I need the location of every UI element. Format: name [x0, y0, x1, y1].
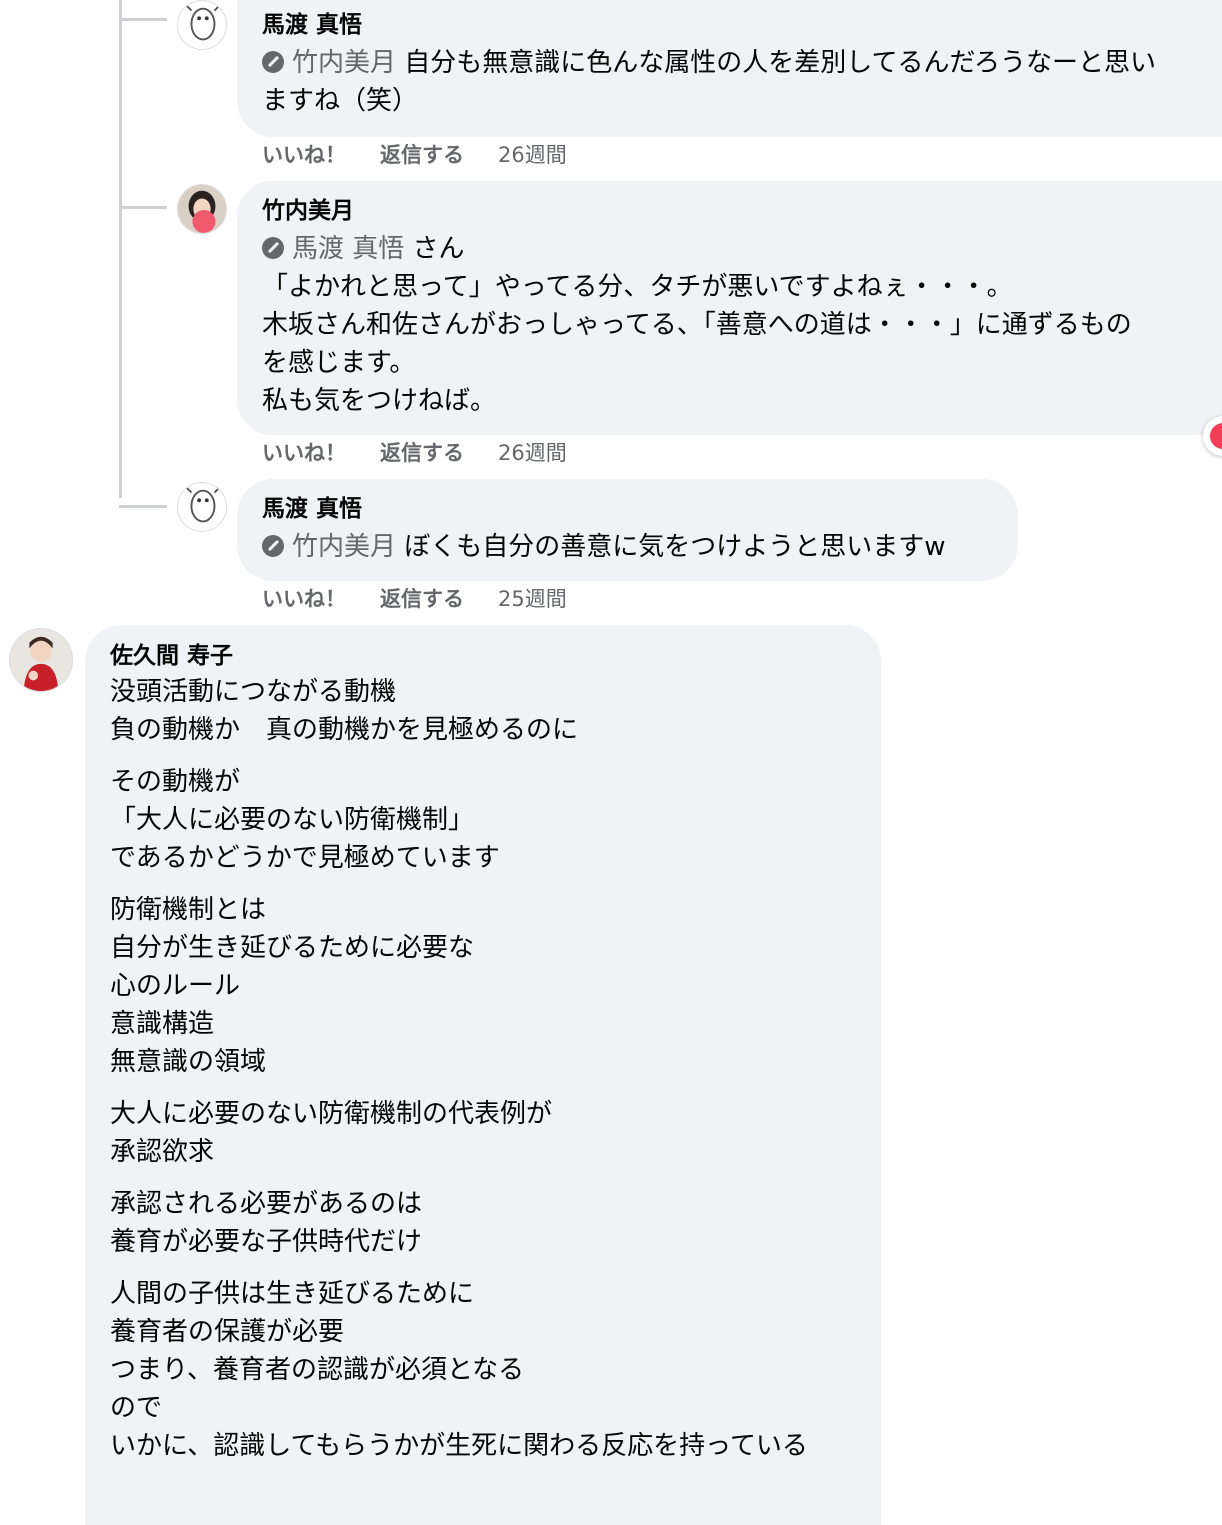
- comment-line: 自分も無意識に色んな属性の人を差別してるんだろうなーと思い: [404, 48, 1156, 78]
- comment-line: 私も気をつけねば。: [262, 386, 497, 416]
- mention-link[interactable]: 竹内美月: [292, 532, 396, 562]
- comment-line: 養育者の保護が必要: [110, 1317, 345, 1347]
- comment-line: 防衛機制とは: [110, 895, 267, 925]
- paragraph: 大人に必要のない防衛機制の代表例が 承認欲求: [110, 1095, 857, 1171]
- paragraph: 没頭活動につながる動機 負の動機か 真の動機かを見極めるのに: [110, 673, 857, 749]
- comment-line: つまり、養育者の認識が必須となる: [110, 1355, 525, 1385]
- comment-line: 意識構造: [110, 1009, 215, 1039]
- timestamp[interactable]: 26週間: [498, 439, 567, 467]
- like-button[interactable]: いいね！: [262, 141, 346, 169]
- comment-line: 負の動機か 真の動機かを見極めるのに: [110, 715, 579, 745]
- like-button[interactable]: いいね！: [262, 585, 346, 613]
- comment-line: その動機が: [110, 767, 241, 797]
- avatar-takeuchi[interactable]: [177, 184, 227, 234]
- thread-line-vertical: [119, 0, 122, 498]
- comment-line: 没頭活動につながる動機: [110, 677, 397, 707]
- thread-line-branch-3: [119, 505, 167, 508]
- mention-icon: [262, 237, 284, 259]
- comment-line: 木坂さん和佐さんがおっしゃってる、「善意への道は・・・」に通ずるもの: [262, 310, 1132, 340]
- comment-line: 承認欲求: [110, 1137, 215, 1167]
- avatar-mawatari[interactable]: [177, 482, 227, 532]
- reply-button[interactable]: 返信する: [380, 439, 464, 467]
- mention-icon: [262, 51, 284, 73]
- comment-actions: いいね！ 返信する 25週間: [262, 585, 567, 613]
- comment-author[interactable]: 馬渡 真悟: [262, 494, 994, 524]
- comment-line: ぼくも自分の善意に気をつけようと思いますw: [404, 532, 946, 562]
- like-button[interactable]: いいね！: [262, 439, 346, 467]
- comment-author[interactable]: 佐久間 寿子: [110, 641, 857, 671]
- comment-bubble-4: 佐久間 寿子 没頭活動につながる動機 負の動機か 真の動機かを見極めるのに その…: [85, 625, 881, 1525]
- reply-button[interactable]: 返信する: [380, 141, 464, 169]
- comment-line: を感じます。: [262, 348, 416, 378]
- mention-link[interactable]: 竹内美月: [292, 48, 396, 78]
- comment-author[interactable]: 竹内美月: [262, 196, 1222, 226]
- comment-line: 承認される必要があるのは: [110, 1189, 423, 1219]
- comment-line: であるかどうかで見極めています: [110, 843, 500, 873]
- comment-line: 自分が生き延びるために必要な: [110, 933, 475, 963]
- comment-body: 没頭活動につながる動機 負の動機か 真の動機かを見極めるのに その動機が 「大人…: [110, 673, 857, 1465]
- comment-line: 人間の子供は生き延びるために: [110, 1279, 475, 1309]
- avatar-mawatari[interactable]: [177, 0, 227, 50]
- paragraph: 防衛機制とは 自分が生き延びるために必要な 心のルール 意識構造 無意識の領域: [110, 891, 857, 1081]
- paragraph: 人間の子供は生き延びるために 養育者の保護が必要 つまり、養育者の認識が必須とな…: [110, 1275, 857, 1465]
- mention-suffix: さん: [412, 234, 465, 264]
- comment-actions: いいね！ 返信する 26週間: [262, 141, 567, 169]
- comment-line: 心のルール: [110, 971, 241, 1001]
- thread-line-branch-2: [119, 206, 167, 209]
- comment-bubble-2: 竹内美月 馬渡 真悟 さん 「よかれと思って」やってる分、タチが悪いですよねぇ・…: [237, 181, 1222, 435]
- paragraph: 承認される必要があるのは 養育が必要な子供時代だけ: [110, 1185, 857, 1261]
- comment-bubble-1: 馬渡 真悟 竹内美月 自分も無意識に色んな属性の人を差別してるんだろうなーと思い…: [237, 0, 1222, 137]
- comment-actions: いいね！ 返信する 26週間: [262, 439, 567, 467]
- mention-icon: [262, 535, 284, 557]
- comment-bubble-3: 馬渡 真悟 竹内美月 ぼくも自分の善意に気をつけようと思いますw: [237, 479, 1018, 581]
- comment-line: 「よかれと思って」やってる分、タチが悪いですよねぇ・・・。: [262, 272, 1013, 302]
- comment-line: 「大人に必要のない防衛機制」: [110, 805, 475, 835]
- comment-author[interactable]: 馬渡 真悟: [262, 10, 1222, 40]
- comment-text: 竹内美月 ぼくも自分の善意に気をつけようと思いますw: [262, 528, 994, 566]
- mention-link[interactable]: 馬渡 真悟: [292, 234, 404, 264]
- comment-line: いかに、認識してもらうかが生死に関わる反応を持っている: [110, 1431, 808, 1461]
- timestamp[interactable]: 25週間: [498, 585, 567, 613]
- paragraph: その動機が 「大人に必要のない防衛機制」 であるかどうかで見極めています: [110, 763, 857, 877]
- comment-text: 竹内美月 自分も無意識に色んな属性の人を差別してるんだろうなーと思い ますね（笑…: [262, 44, 1222, 120]
- thread-line-branch-1: [119, 18, 167, 21]
- comment-line: 養育が必要な子供時代だけ: [110, 1227, 423, 1257]
- timestamp[interactable]: 26週間: [498, 141, 567, 169]
- comment-line: 無意識の領域: [110, 1047, 267, 1077]
- comment-line: 大人に必要のない防衛機制の代表例が: [110, 1099, 553, 1129]
- avatar-sakuma[interactable]: [9, 628, 73, 692]
- comment-line: ので: [110, 1393, 163, 1423]
- reply-button[interactable]: 返信する: [380, 585, 464, 613]
- comment-line: ますね（笑）: [262, 86, 419, 116]
- comment-text: 馬渡 真悟 さん 「よかれと思って」やってる分、タチが悪いですよねぇ・・・。 木…: [262, 230, 1222, 420]
